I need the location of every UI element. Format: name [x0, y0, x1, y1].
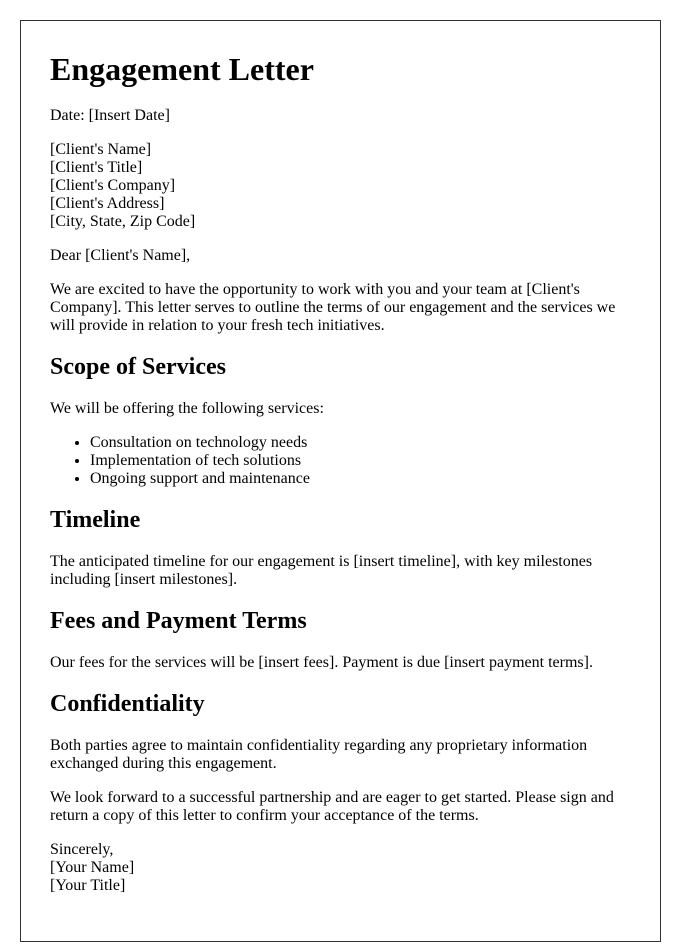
closing-paragraph: We look forward to a successful partners…: [50, 789, 614, 824]
salutation: Dear [Client's Name],: [50, 247, 191, 264]
services-list: Consultation on technology needs Impleme…: [50, 434, 630, 488]
section-heading-confidentiality: Confidentiality: [50, 691, 205, 717]
recipient-name: [Client's Name]: [50, 141, 152, 158]
letter-title: Engagement Letter: [50, 51, 314, 87]
section-heading-scope: Scope of Services: [50, 354, 226, 380]
timeline-paragraph: The anticipated timeline for our engagem…: [50, 553, 593, 588]
scope-lead: We will be offering the following servic…: [50, 400, 324, 417]
section-heading-fees: Fees and Payment Terms: [50, 608, 307, 634]
services-list-item: Consultation on technology needs: [90, 434, 630, 452]
date-line: Date: [Insert Date]: [50, 107, 170, 124]
recipient-address: [Client's Address]: [50, 195, 165, 212]
fees-paragraph: Our fees for the services will be [inser…: [50, 654, 593, 671]
recipient-address-block: [Client's Name] [Client's Title] [Client…: [50, 141, 630, 231]
engagement-letter: Engagement Letter Date: [Insert Date] [C…: [20, 20, 661, 942]
services-list-item: Ongoing support and maintenance: [90, 470, 630, 488]
signoff-block: Sincerely, [Your Name] [Your Title]: [50, 841, 630, 895]
intro-paragraph: We are excited to have the opportunity t…: [50, 281, 616, 334]
recipient-city-state-zip: [City, State, Zip Code]: [50, 213, 196, 230]
confidentiality-paragraph: Both parties agree to maintain confident…: [50, 737, 588, 772]
recipient-title: [Client's Title]: [50, 159, 143, 176]
sender-title: [Your Title]: [50, 877, 126, 894]
recipient-company: [Client's Company]: [50, 177, 176, 194]
sender-name: [Your Name]: [50, 859, 135, 876]
section-heading-timeline: Timeline: [50, 507, 141, 533]
services-list-item: Implementation of tech solutions: [90, 452, 630, 470]
valediction: Sincerely,: [50, 841, 114, 858]
